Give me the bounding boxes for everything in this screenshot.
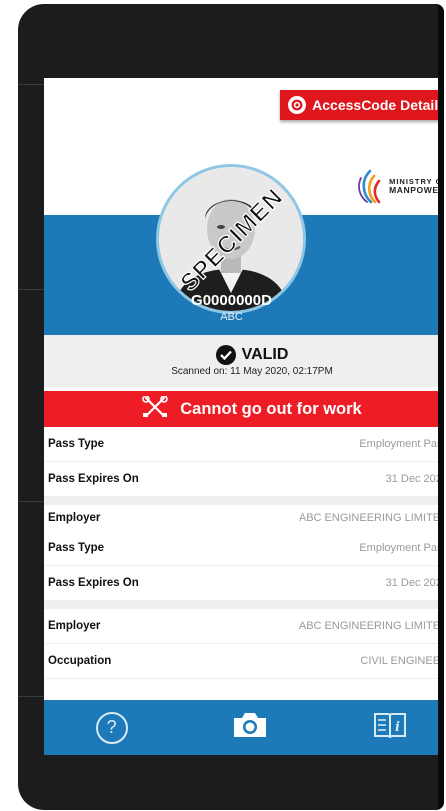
section-divider bbox=[44, 601, 444, 609]
tools-crossed-icon bbox=[142, 394, 169, 423]
restriction-label: Cannot go out for work bbox=[180, 399, 362, 418]
detail-row-pass-expiry: Pass Expires On 31 Dec 2020 bbox=[44, 566, 444, 601]
help-icon[interactable]: ? bbox=[95, 711, 128, 744]
detail-row-pass-expiry: Pass Expires On 31 Dec 2020 bbox=[44, 462, 444, 497]
gear-icon bbox=[288, 96, 307, 114]
detail-row-employer: Employer ABC ENGINEERING LIMITED bbox=[44, 505, 444, 531]
access-code-details-button[interactable]: AccessCode Details bbox=[280, 90, 444, 120]
validity-status: VALID Scanned on: 11 May 2020, 02:17PM bbox=[44, 335, 444, 387]
svg-text:i: i bbox=[395, 720, 400, 735]
frame-line bbox=[18, 696, 44, 697]
manual-book-icon[interactable]: i bbox=[372, 710, 408, 745]
frame-line bbox=[18, 501, 44, 502]
ministry-of-manpower-logo: MINISTRY OF MANPOWER bbox=[357, 168, 444, 204]
section-divider bbox=[44, 497, 444, 505]
detail-row-occupation: Occupation CIVIL ENGINEER bbox=[44, 644, 444, 679]
frame-line bbox=[18, 289, 44, 290]
work-restriction-banner: Cannot go out for work bbox=[44, 391, 444, 427]
holder-name: ABC bbox=[220, 311, 243, 323]
pass-details-list: Pass Type Employment Pass Pass Expires O… bbox=[44, 427, 444, 679]
frame-line bbox=[18, 84, 44, 85]
holder-fin: G0000000D bbox=[191, 292, 272, 309]
detail-row-employer: Employer ABC ENGINEERING LIMITED bbox=[44, 609, 444, 644]
bottom-navigation: ? i bbox=[44, 700, 444, 755]
scan-timestamp: Scanned on: 11 May 2020, 02:17PM bbox=[171, 366, 333, 377]
camera-icon[interactable] bbox=[231, 710, 269, 745]
mom-wordmark: MINISTRY OF MANPOWER bbox=[389, 177, 444, 195]
detail-row-pass-type: Pass Type Employment Pass bbox=[44, 427, 444, 462]
phone-frame: AccessCode Details MINISTRY OF MANPOWER bbox=[18, 4, 444, 810]
check-circle-icon bbox=[215, 345, 236, 365]
access-code-details-label: AccessCode Details bbox=[312, 97, 444, 113]
app-screen: AccessCode Details MINISTRY OF MANPOWER bbox=[44, 78, 444, 755]
mom-swirl-icon bbox=[358, 169, 381, 204]
detail-row-pass-type: Pass Type Employment Pass bbox=[44, 531, 444, 566]
status-label: VALID bbox=[241, 346, 289, 363]
